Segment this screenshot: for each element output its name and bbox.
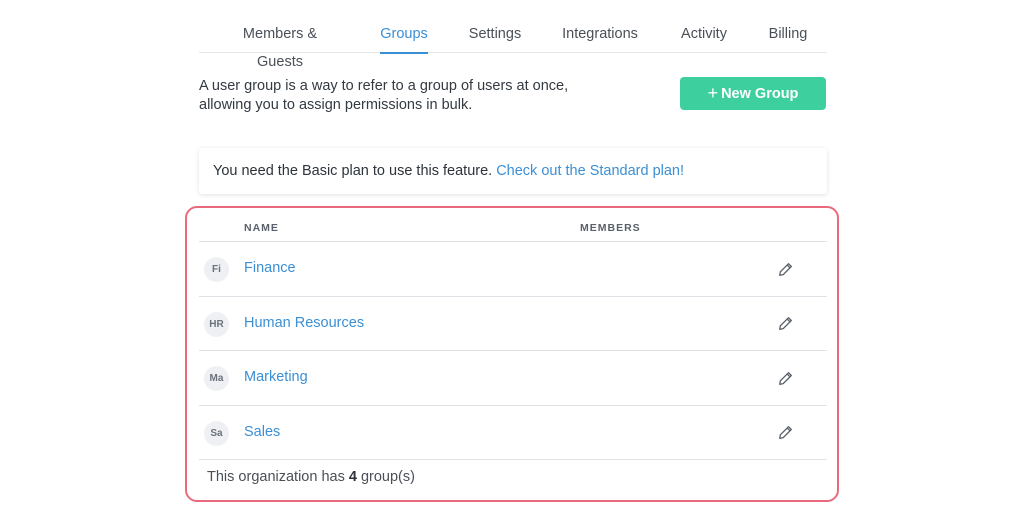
table-row[interactable]: Fi Finance [199,242,827,297]
tab-settings[interactable]: Settings [467,20,523,53]
new-group-button[interactable]: + New Group [680,77,826,110]
summary-prefix: This organization has [207,469,345,485]
tab-integrations[interactable]: Integrations [560,20,640,53]
group-avatar: HR [204,311,229,337]
group-count-summary: This organization has 4 group(s) [207,469,415,485]
tab-billing[interactable]: Billing [767,20,809,53]
tab-bar: Members & Guests Groups Settings Integra… [199,20,827,70]
plan-notice: You need the Basic plan to use this feat… [199,148,827,194]
pencil-icon[interactable] [775,368,795,388]
group-name-link[interactable]: Human Resources [244,315,364,331]
plus-icon: + [707,82,719,103]
tab-members-guests[interactable]: Members & Guests [218,20,342,70]
description-line-2: allowing you to assign permissions in bu… [199,97,473,113]
group-count: 4 [348,469,357,485]
table-row[interactable]: Sa Sales [199,406,827,460]
pencil-icon[interactable] [775,423,795,443]
tab-groups[interactable]: Groups [380,20,428,54]
groups-description: A user group is a way to refer to a grou… [199,77,619,115]
table-header: NAME MEMBERS [199,214,827,242]
group-name-link[interactable]: Marketing [244,369,308,385]
plan-notice-text: You need the Basic plan to use this feat… [213,163,493,179]
standard-plan-link[interactable]: Check out the Standard plan! [496,163,684,179]
group-name-link[interactable]: Sales [244,424,280,440]
group-name-link[interactable]: Finance [244,260,296,276]
table-row[interactable]: HR Human Resources [199,297,827,351]
pencil-icon[interactable] [775,314,795,334]
tab-activity[interactable]: Activity [678,20,730,53]
column-header-name: NAME [244,222,279,234]
group-avatar: Sa [204,420,229,446]
new-group-label: New Group [721,85,799,102]
groups-table: NAME MEMBERS Fi Finance HR Human Resourc… [199,214,827,460]
description-line-1: A user group is a way to refer to a grou… [199,78,569,94]
group-avatar: Fi [204,257,229,282]
column-header-members: MEMBERS [580,222,641,234]
summary-suffix: group(s) [360,469,415,485]
pencil-icon[interactable] [775,259,795,279]
table-row[interactable]: Ma Marketing [199,351,827,406]
group-avatar: Ma [204,366,229,391]
